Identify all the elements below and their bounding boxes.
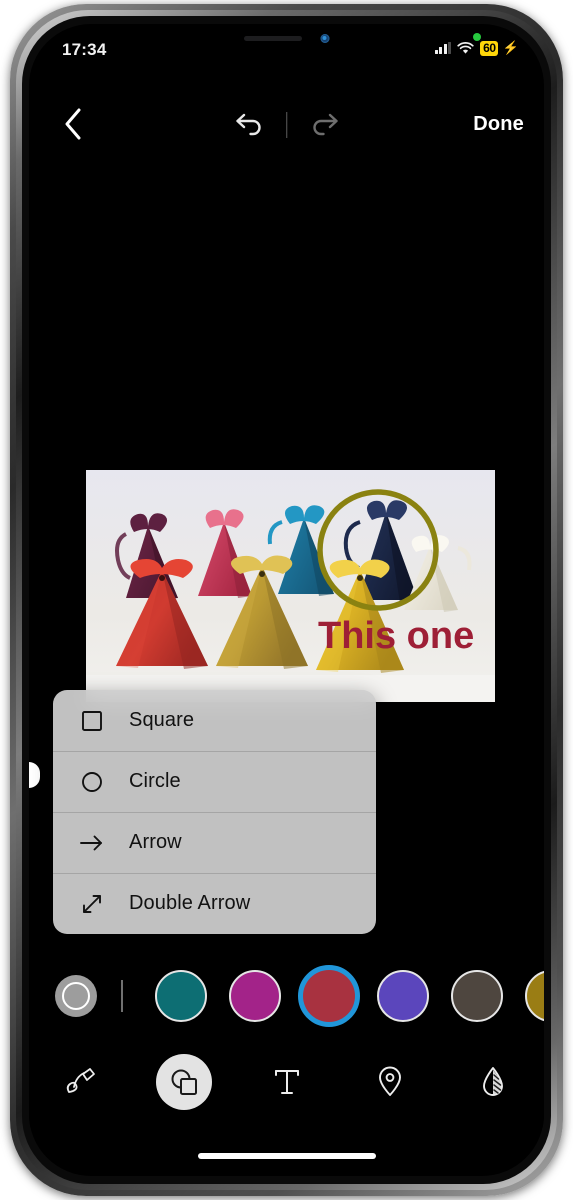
photo-image[interactable]: This one [86,470,495,702]
battery-level-badge: 60 [480,40,498,56]
done-button[interactable]: Done [473,102,524,146]
menu-item-double-arrow[interactable]: Double Arrow [53,873,376,934]
color-swatch-teal[interactable] [155,970,207,1022]
color-swatch-purple[interactable] [377,970,429,1022]
shape-dropdown-menu: Square Circle Arrow Double Arrow [53,690,376,934]
menu-item-arrow[interactable]: Arrow [53,812,376,873]
menu-item-label: Arrow [129,831,182,853]
palette-separator [121,980,123,1012]
menu-item-label: Circle [129,770,181,792]
undo-button[interactable] [226,102,272,146]
color-picker-button[interactable] [55,975,97,1017]
tool-shapes[interactable] [132,1036,235,1128]
color-swatch-brown[interactable] [451,970,503,1022]
charging-bolt-icon: ⚡ [502,40,519,55]
screenshot-stage: 17:34 60 ⚡ Done This one Square Circle A… [0,0,573,1200]
menu-item-label: Double Arrow [129,892,251,914]
tool-draw[interactable] [29,1036,132,1128]
earpiece-speaker [243,36,302,41]
tool-blur[interactable] [441,1036,544,1128]
tool-text[interactable] [235,1036,338,1128]
status-right-group: 60 ⚡ [434,40,519,56]
nav-separator [285,112,288,138]
circle-icon [77,767,107,797]
color-swatch-list [155,965,544,1027]
arrow-right-icon [77,828,107,858]
menu-item-square[interactable]: Square [53,690,376,751]
editor-top-bar: Done [29,96,544,156]
color-swatch-red[interactable] [298,965,360,1027]
menu-item-circle[interactable]: Circle [53,751,376,812]
redo-button[interactable] [302,102,348,146]
tool-location[interactable] [338,1036,441,1128]
annotation-text: This one [318,615,474,657]
color-swatch-gold[interactable] [525,970,544,1022]
cellular-signal-icon [434,42,452,54]
menu-item-label: Square [129,709,195,731]
wifi-icon [457,41,474,55]
status-time: 17:34 [62,40,107,59]
front-camera-icon [320,34,329,43]
home-indicator [197,1153,376,1159]
back-button[interactable] [51,102,95,146]
color-palette-bar [29,956,544,1034]
phone-screen: 17:34 60 ⚡ Done This one Square Circle A… [29,24,544,1176]
notch [180,24,393,56]
editor-tool-bar [29,1036,544,1128]
color-swatch-magenta[interactable] [229,970,281,1022]
double-arrow-icon [77,889,107,919]
square-icon [77,706,107,736]
color-picker-ring [62,982,90,1010]
